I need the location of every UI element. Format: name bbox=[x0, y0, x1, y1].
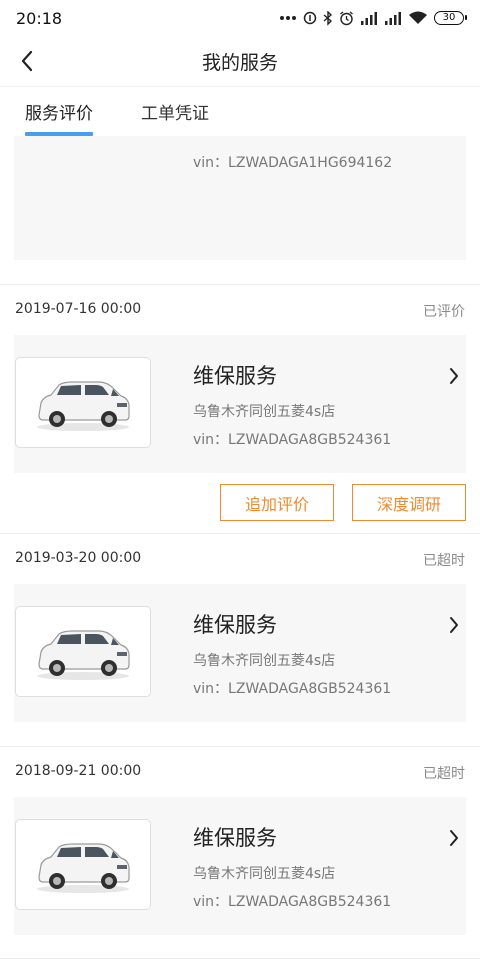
car-thumbnail bbox=[15, 606, 151, 697]
order-card[interactable]: 维保服务 乌鲁木齐同创五菱4s店 vin：LZWADAGA8GB524361 bbox=[14, 335, 466, 473]
chevron-left-icon bbox=[21, 50, 33, 72]
deep-survey-button[interactable]: 深度调研 bbox=[352, 484, 466, 521]
card-title: 维保服务 bbox=[193, 826, 277, 850]
tab-service-review[interactable]: 服务评价 bbox=[25, 87, 93, 137]
sync-icon bbox=[303, 11, 317, 25]
divider bbox=[0, 533, 480, 534]
battery-icon: 30 bbox=[434, 11, 467, 25]
status-icons: 30 bbox=[279, 10, 467, 26]
card-vin: vin：LZWADAGA8GB524361 bbox=[193, 681, 392, 697]
alarm-icon bbox=[340, 10, 353, 25]
signal-icon bbox=[361, 12, 377, 25]
order-card[interactable]: 维保服务 乌鲁木齐同创五菱4s店 vin：LZWADAGA8GB524361 bbox=[14, 584, 466, 722]
signal-icon-2 bbox=[385, 12, 401, 25]
status-time: 20:18 bbox=[16, 8, 63, 28]
car-thumbnail bbox=[15, 819, 151, 910]
order-date: 2019-03-20 00:00 bbox=[15, 550, 142, 566]
more-dots-icon bbox=[280, 16, 296, 20]
car-image-icon bbox=[37, 842, 130, 893]
order-status: 已超时 bbox=[423, 766, 465, 782]
chevron-right-icon bbox=[446, 365, 462, 387]
card-store: 乌鲁木齐同创五菱4s店 bbox=[193, 653, 336, 669]
divider bbox=[0, 284, 480, 285]
car-image-icon bbox=[37, 629, 130, 680]
card-vin: vin：LZWADAGA8GB524361 bbox=[193, 432, 392, 448]
order-list[interactable]: vin：LZWADAGA1HG694162 2019-07-16 00:00 已… bbox=[0, 136, 480, 960]
tab-service-review-label: 服务评价 bbox=[25, 104, 93, 124]
car-image-icon bbox=[37, 380, 130, 431]
tab-work-order-voucher[interactable]: 工单凭证 bbox=[141, 87, 209, 137]
order-date: 2018-09-21 00:00 bbox=[15, 763, 142, 779]
order-date: 2019-07-16 00:00 bbox=[15, 301, 142, 317]
card-title: 维保服务 bbox=[193, 364, 277, 388]
tab-work-order-voucher-label: 工单凭证 bbox=[141, 104, 209, 124]
car-thumbnail bbox=[15, 357, 151, 448]
tab-bar: 服务评价 工单凭证 bbox=[0, 86, 480, 136]
app-header: 我的服务 bbox=[0, 36, 480, 86]
chevron-right-icon bbox=[446, 827, 462, 849]
add-review-button[interactable]: 追加评价 bbox=[220, 484, 334, 521]
divider bbox=[0, 958, 480, 959]
status-bar: 20:18 30 bbox=[0, 0, 480, 36]
divider bbox=[0, 746, 480, 747]
order-card-partial[interactable]: vin：LZWADAGA1HG694162 bbox=[14, 136, 466, 260]
wifi-icon bbox=[409, 11, 427, 24]
card-store: 乌鲁木齐同创五菱4s店 bbox=[193, 866, 336, 882]
order-status: 已评价 bbox=[423, 304, 465, 320]
card-title: 维保服务 bbox=[193, 613, 277, 637]
card-vin: vin：LZWADAGA8GB524361 bbox=[193, 894, 392, 910]
page-title: 我的服务 bbox=[201, 51, 278, 74]
back-button[interactable] bbox=[10, 44, 44, 78]
card-store: 乌鲁木齐同创五菱4s店 bbox=[193, 404, 336, 420]
bluetooth-icon bbox=[323, 10, 333, 26]
order-card[interactable]: 维保服务 乌鲁木齐同创五菱4s店 vin：LZWADAGA8GB524361 bbox=[14, 797, 466, 935]
order-status: 已超时 bbox=[423, 553, 465, 569]
card-vin: vin：LZWADAGA1HG694162 bbox=[193, 155, 393, 171]
chevron-right-icon bbox=[446, 614, 462, 636]
